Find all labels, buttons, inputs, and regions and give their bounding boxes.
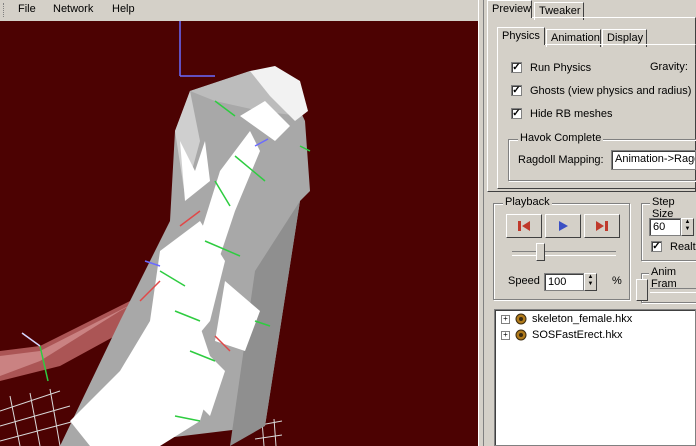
rewind-button[interactable] (506, 214, 542, 238)
tab-preview[interactable]: Preview (487, 0, 532, 18)
menu-bar: File Network Help (0, 0, 478, 20)
anim-frame-label: Anim Fram (649, 266, 696, 290)
file-tree: + skeleton_female.hkx + SOSFastErect.hkx (494, 309, 696, 446)
tree-item-animation[interactable]: + SOSFastErect.hkx (501, 327, 622, 343)
playback-group-label: Playback (503, 196, 552, 208)
havok-group-label: Havok Complete (518, 132, 604, 144)
ragdoll-mapping-label: Ragdoll Mapping: (518, 154, 604, 166)
step-size-input[interactable]: 60 (649, 218, 681, 236)
play-button[interactable] (545, 214, 581, 238)
playback-slider-track (512, 251, 616, 256)
tree-item-skeleton[interactable]: + skeleton_female.hkx (501, 311, 632, 327)
speed-spinner[interactable]: ▲ ▼ (584, 273, 597, 291)
ghosts-checkbox[interactable]: ✓ (511, 85, 522, 96)
anim-frame-slider-thumb[interactable] (636, 279, 648, 301)
fast-forward-icon (596, 221, 608, 231)
tree-item-label: SOSFastErect.hkx (532, 329, 623, 341)
realtime-label: Realt (670, 241, 696, 253)
hide-rb-checkbox[interactable]: ✓ (511, 108, 522, 119)
tab-physics[interactable]: Physics (497, 27, 545, 45)
gear-icon (515, 313, 527, 325)
tree-expander[interactable]: + (501, 314, 510, 324)
tree-expander[interactable]: + (501, 330, 510, 340)
gravity-label: Gravity: (650, 61, 688, 73)
menu-grip[interactable] (3, 3, 6, 17)
play-icon (559, 221, 568, 231)
floor-grid (0, 388, 76, 446)
realtime-checkbox[interactable]: ✓ (651, 241, 662, 252)
playback-slider-thumb[interactable] (536, 243, 546, 261)
menu-network[interactable]: Network (53, 3, 93, 15)
ragdoll-mapping-select[interactable]: Animation->Ragd (611, 150, 696, 170)
menu-help[interactable]: Help (112, 3, 135, 15)
hide-rb-label: Hide RB meshes (530, 108, 613, 120)
speed-input[interactable]: 100 (544, 273, 584, 291)
3d-viewport[interactable] (0, 21, 478, 446)
anim-frame-track (650, 288, 696, 293)
step-size-label: Step Size (650, 196, 696, 220)
step-size-spinner[interactable]: ▲ ▼ (681, 218, 694, 236)
menu-file[interactable]: File (18, 3, 36, 15)
forward-button[interactable] (584, 214, 620, 238)
ghosts-label: Ghosts (view physics and radius) (530, 85, 692, 97)
speed-label: Speed (508, 275, 540, 287)
speed-percent-label: % (612, 275, 622, 287)
run-physics-label: Run Physics (530, 62, 592, 74)
gear-icon (515, 329, 527, 341)
rewind-icon (518, 221, 530, 231)
run-physics-checkbox[interactable]: ✓ (511, 62, 522, 73)
scene-render (0, 21, 311, 446)
tree-item-label: skeleton_female.hkx (532, 313, 633, 325)
